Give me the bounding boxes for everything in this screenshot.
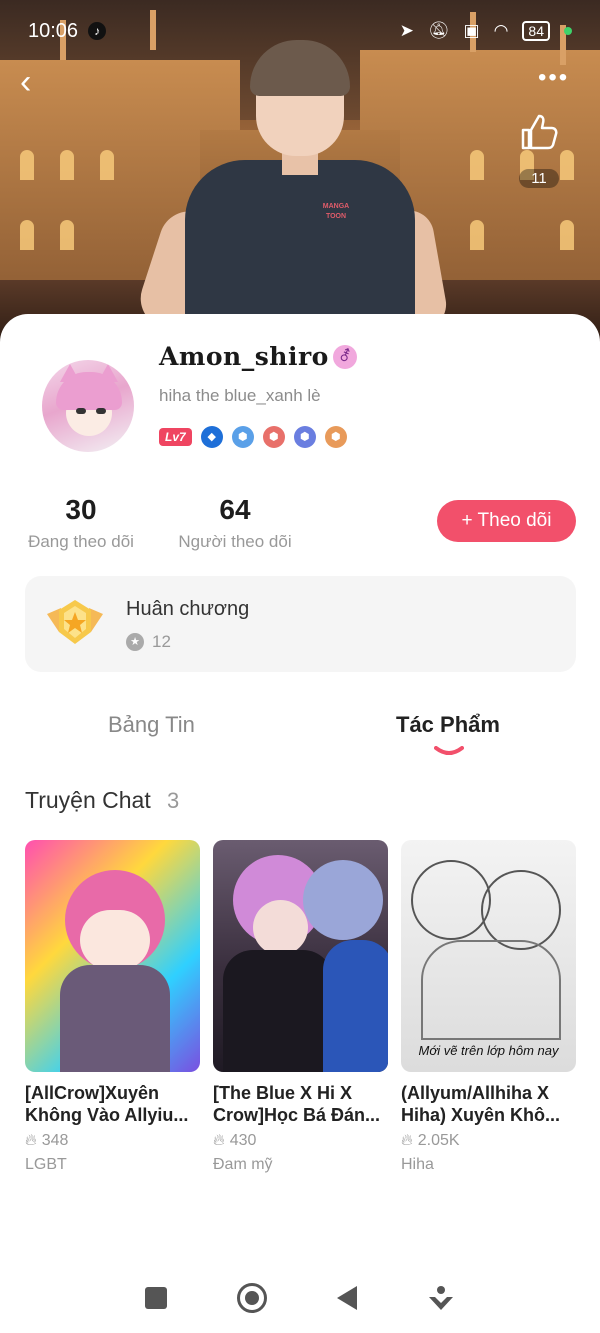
read-count: 2.05K — [417, 1132, 460, 1149]
banner-window — [560, 220, 574, 250]
banner-window — [20, 150, 34, 180]
following-count: 30 — [65, 494, 97, 525]
status-time: 10:06 — [28, 19, 79, 42]
cover-figure — [223, 950, 333, 1072]
shield-blue-badge-icon[interactable]: ⬢ — [231, 426, 254, 448]
followers-count: 64 — [219, 494, 251, 525]
following-stat[interactable]: 30 Đang theo dõi — [25, 494, 137, 552]
status-bar: 10:06 ♪ ➤ 🔕︎ ▣ ◠ 84 — [0, 0, 600, 62]
read-count: 430 — [229, 1132, 257, 1149]
location-icon: ➤ — [399, 21, 414, 40]
cover-figure — [80, 910, 150, 970]
medal-count-row: ★ 12 — [126, 632, 171, 652]
shield-orange-badge-icon[interactable]: ⬢ — [324, 426, 347, 448]
level-badge[interactable]: Lv7 — [159, 428, 192, 446]
tab-works[interactable]: Tác Phẩm — [396, 712, 500, 738]
shield-red-badge-icon[interactable]: ⬢ — [262, 426, 285, 448]
cover-figure — [481, 870, 561, 950]
story-title[interactable]: [The Blue X Hi X Crow]Học Bá Đán... — [213, 1082, 388, 1126]
user-bio: hiha the blue_xanh lè — [159, 386, 321, 405]
gender-icon: ⚦ — [333, 345, 357, 369]
tab-feed[interactable]: Bảng Tin — [108, 712, 195, 738]
medal-title: Huân chương — [126, 598, 250, 620]
story-cover[interactable] — [25, 840, 200, 1072]
section-title: Truyện Chat — [25, 787, 151, 813]
sim-icon: ▣ — [463, 21, 480, 40]
story-cover[interactable]: Mới vẽ trên lớp hôm nay — [401, 840, 576, 1072]
banner-window — [470, 220, 484, 250]
medal-star-icon: ★ — [126, 633, 144, 651]
water-badge-icon[interactable]: ◆ — [200, 426, 223, 448]
profile-banner: MANGA TOON 10:06 ♪ ➤ 🔕︎ ▣ ◠ 84 ‹ ••• 11 — [0, 0, 600, 345]
banner-window — [470, 150, 484, 180]
camera-indicator-icon — [564, 27, 572, 35]
recent-apps-icon[interactable] — [145, 1287, 167, 1309]
cover-figure — [411, 860, 491, 940]
avatar-eye — [96, 408, 106, 414]
cover-figure — [253, 900, 308, 955]
story-reads: 🔥︎ 2.05K — [401, 1132, 576, 1150]
system-navigation-bar — [0, 1263, 600, 1333]
story-card[interactable]: [AllCrow]Xuyên Không Vào Allyiu... 🔥︎ 34… — [25, 840, 200, 1174]
fire-icon: 🔥︎ — [401, 1132, 413, 1149]
cover-figure — [323, 940, 388, 1072]
badge-row: Lv7 ◆ ⬢ ⬢ ⬢ ⬢ — [159, 426, 347, 448]
battery-icon: 84 — [522, 21, 550, 41]
thumbs-up-glyph — [521, 114, 558, 150]
story-reads: 🔥︎ 430 — [213, 1132, 388, 1150]
story-tag: LGBT — [25, 1156, 67, 1173]
story-title[interactable]: (Allyum/Allhiha X Hiha) Xuyên Khô... — [401, 1082, 576, 1126]
cover-figure — [60, 965, 170, 1072]
profile-sheet: Amon_shiro ⚦ hiha the blue_xanh lè Lv7 ◆… — [0, 314, 600, 1333]
story-tag: Đam mỹ — [213, 1156, 273, 1173]
tiktok-icon: ♪ — [88, 22, 107, 40]
shirt-logo: MANGA TOON — [322, 203, 350, 220]
active-tab-indicator — [434, 746, 464, 755]
story-card[interactable]: Mới vẽ trên lớp hôm nay (Allyum/Allhiha … — [401, 840, 576, 1174]
story-tag: Hiha — [401, 1156, 434, 1173]
avatar-eye — [76, 408, 86, 414]
fire-icon: 🔥︎ — [25, 1132, 37, 1149]
followers-label: Người theo dõi — [178, 532, 292, 551]
story-cover[interactable] — [213, 840, 388, 1072]
like-button[interactable]: 11 — [512, 110, 566, 188]
section-count: 3 — [167, 788, 180, 813]
home-icon[interactable] — [237, 1283, 267, 1313]
status-icons: ➤ 🔕︎ ▣ ◠ 84 — [400, 21, 572, 41]
fire-icon: 🔥︎ — [213, 1132, 225, 1149]
cover-figure — [303, 860, 383, 940]
assistant-icon[interactable] — [427, 1285, 455, 1311]
chevron-left-icon[interactable]: ‹ — [20, 64, 56, 100]
medal-count: 12 — [152, 632, 171, 651]
banner-window — [60, 220, 74, 250]
username: Amon_shiro — [159, 342, 329, 371]
follow-button[interactable]: + Theo dõi — [437, 500, 576, 542]
story-reads: 🔥︎ 348 — [25, 1132, 200, 1150]
avatar[interactable] — [42, 360, 134, 452]
character-shirt — [185, 160, 415, 340]
shield-purple-badge-icon[interactable]: ⬢ — [293, 426, 316, 448]
cover-figure — [421, 940, 561, 1040]
more-dots-icon[interactable]: ••• — [538, 64, 569, 92]
read-count: 348 — [41, 1132, 69, 1149]
story-title[interactable]: [AllCrow]Xuyên Không Vào Allyiu... — [25, 1082, 200, 1126]
following-label: Đang theo dõi — [28, 532, 134, 551]
wifi-icon: ◠ — [493, 21, 509, 40]
thumbs-up-icon[interactable] — [512, 110, 566, 165]
medal-icon — [47, 600, 103, 644]
cover-caption: Mới vẽ trên lớp hôm nay — [418, 1043, 559, 1058]
story-card[interactable]: [The Blue X Hi X Crow]Học Bá Đán... 🔥︎ 4… — [213, 840, 388, 1174]
mute-icon: 🔕︎ — [427, 21, 450, 40]
medal-card[interactable]: Huân chương ★ 12 — [25, 576, 576, 672]
banner-window — [100, 150, 114, 180]
like-count: 11 — [519, 169, 559, 188]
banner-window — [60, 150, 74, 180]
back-icon[interactable] — [337, 1286, 357, 1310]
followers-stat[interactable]: 64 Người theo dõi — [175, 494, 295, 552]
banner-window — [20, 220, 34, 250]
